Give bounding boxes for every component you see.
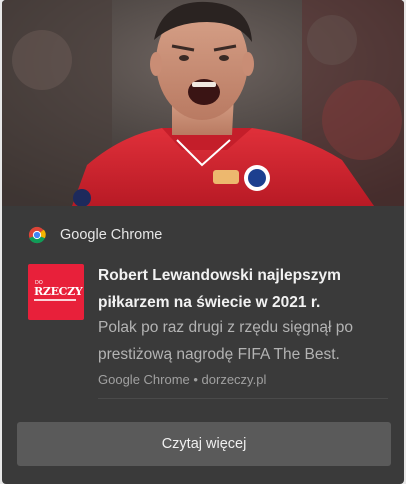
read-more-button[interactable]: Czytaj więcej (17, 422, 391, 466)
notification-source: Google Chrome • dorzeczy.pl (98, 372, 267, 387)
app-name: Google Chrome (60, 227, 163, 243)
notification-body: Polak po raz drugi z rzędu sięgnął po pr… (98, 319, 354, 363)
chrome-icon (28, 226, 46, 244)
site-logo: DO RZECZY (28, 264, 84, 320)
hero-image (2, 0, 404, 206)
logo-underline (34, 299, 76, 301)
app-header: Google Chrome (28, 224, 162, 246)
logo-text: RZECZY (34, 285, 83, 298)
divider (98, 398, 388, 399)
notification-card[interactable]: Google Chrome DO RZECZY Robert Lewandows… (2, 0, 404, 484)
notification-title: Robert Lewandowski najlepszym piłkarzem … (98, 267, 341, 311)
